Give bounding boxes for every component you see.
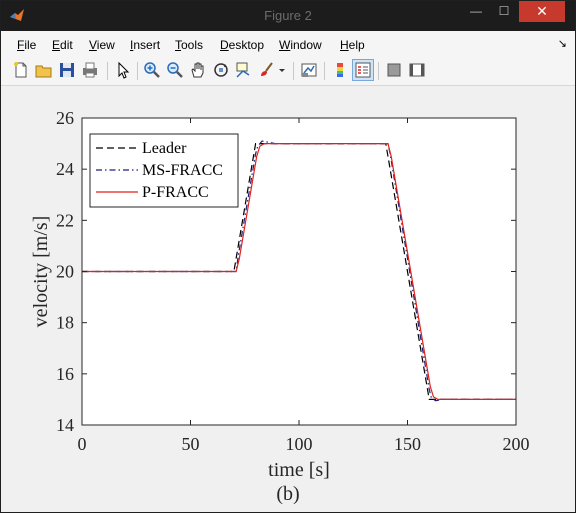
data-cursor-icon[interactable] — [234, 60, 254, 80]
x-tick-label: 0 — [78, 434, 87, 454]
undock-arrow-icon[interactable]: ↘ — [558, 37, 567, 50]
toolbar-separator — [378, 62, 379, 80]
toolbar-separator — [107, 62, 108, 80]
print-icon[interactable] — [80, 60, 100, 80]
pointer-icon[interactable] — [113, 60, 133, 80]
legend-label: Leader — [142, 140, 187, 157]
x-tick-label: 100 — [286, 434, 313, 454]
chevron-down-icon[interactable] — [277, 60, 287, 80]
maximize-button[interactable]: ☐ — [491, 1, 517, 22]
legend-label: MS-FRACC — [142, 162, 223, 179]
title-bar[interactable]: Figure 2 — ☐ ✕ — [1, 1, 575, 31]
colorbar-icon[interactable] — [330, 60, 350, 80]
figure-canvas: 0 50 100 150 200 14 16 18 20 22 24 26 time [s] veloci… — [1, 86, 575, 512]
figure-toolbar — [1, 57, 575, 86]
menu-file[interactable]: File — [17, 38, 36, 52]
menu-desktop[interactable]: Desktop — [220, 38, 264, 52]
new-figure-icon[interactable] — [11, 60, 31, 80]
y-tick-label: 20 — [56, 262, 74, 282]
figure-caption: (b) — [276, 483, 300, 505]
close-button[interactable]: ✕ — [519, 1, 565, 22]
x-axis-label: time [s] — [268, 459, 330, 481]
brush-icon[interactable] — [257, 60, 277, 80]
menu-tools[interactable]: Tools — [175, 38, 203, 52]
y-tick-label: 26 — [56, 108, 74, 128]
menu-bar: File Edit View Insert Tools Desktop Wind… — [1, 31, 575, 57]
velocity-plot[interactable]: 0 50 100 150 200 14 16 18 20 22 24 26 time [s] veloci… — [1, 86, 575, 486]
hide-plot-tools-icon[interactable] — [384, 60, 404, 80]
pan-icon[interactable] — [188, 60, 208, 80]
toolbar-separator — [324, 62, 325, 80]
y-tick-label: 16 — [56, 364, 74, 384]
y-tick-label: 22 — [56, 210, 74, 230]
menu-help[interactable]: Help — [340, 38, 365, 52]
figure-window: Figure 2 — ☐ ✕ File Edit View Insert Too… — [0, 0, 576, 513]
minimize-button[interactable]: — — [463, 1, 489, 22]
y-axis-label: velocity [m/s] — [30, 216, 52, 328]
link-icon[interactable] — [299, 60, 319, 80]
legend-label: P-FRACC — [142, 184, 209, 201]
x-tick-label: 200 — [503, 434, 530, 454]
open-file-icon[interactable] — [34, 60, 54, 80]
y-tick-label: 24 — [56, 159, 74, 179]
menu-view[interactable]: View — [89, 38, 115, 52]
legend-icon[interactable] — [352, 59, 374, 81]
y-tick-label: 14 — [56, 415, 74, 435]
menu-edit[interactable]: Edit — [52, 38, 73, 52]
x-tick-label: 50 — [182, 434, 200, 454]
zoom-out-icon[interactable] — [165, 60, 185, 80]
save-icon[interactable] — [57, 60, 77, 80]
menu-insert[interactable]: Insert — [130, 38, 160, 52]
x-tick-label: 150 — [394, 434, 421, 454]
menu-window[interactable]: Window — [279, 38, 322, 52]
toolbar-separator — [137, 62, 138, 80]
rotate-3d-icon[interactable] — [211, 60, 231, 80]
show-plot-tools-icon[interactable] — [407, 60, 427, 80]
zoom-in-icon[interactable] — [142, 60, 162, 80]
toolbar-separator — [293, 62, 294, 80]
y-tick-label: 18 — [56, 313, 74, 333]
